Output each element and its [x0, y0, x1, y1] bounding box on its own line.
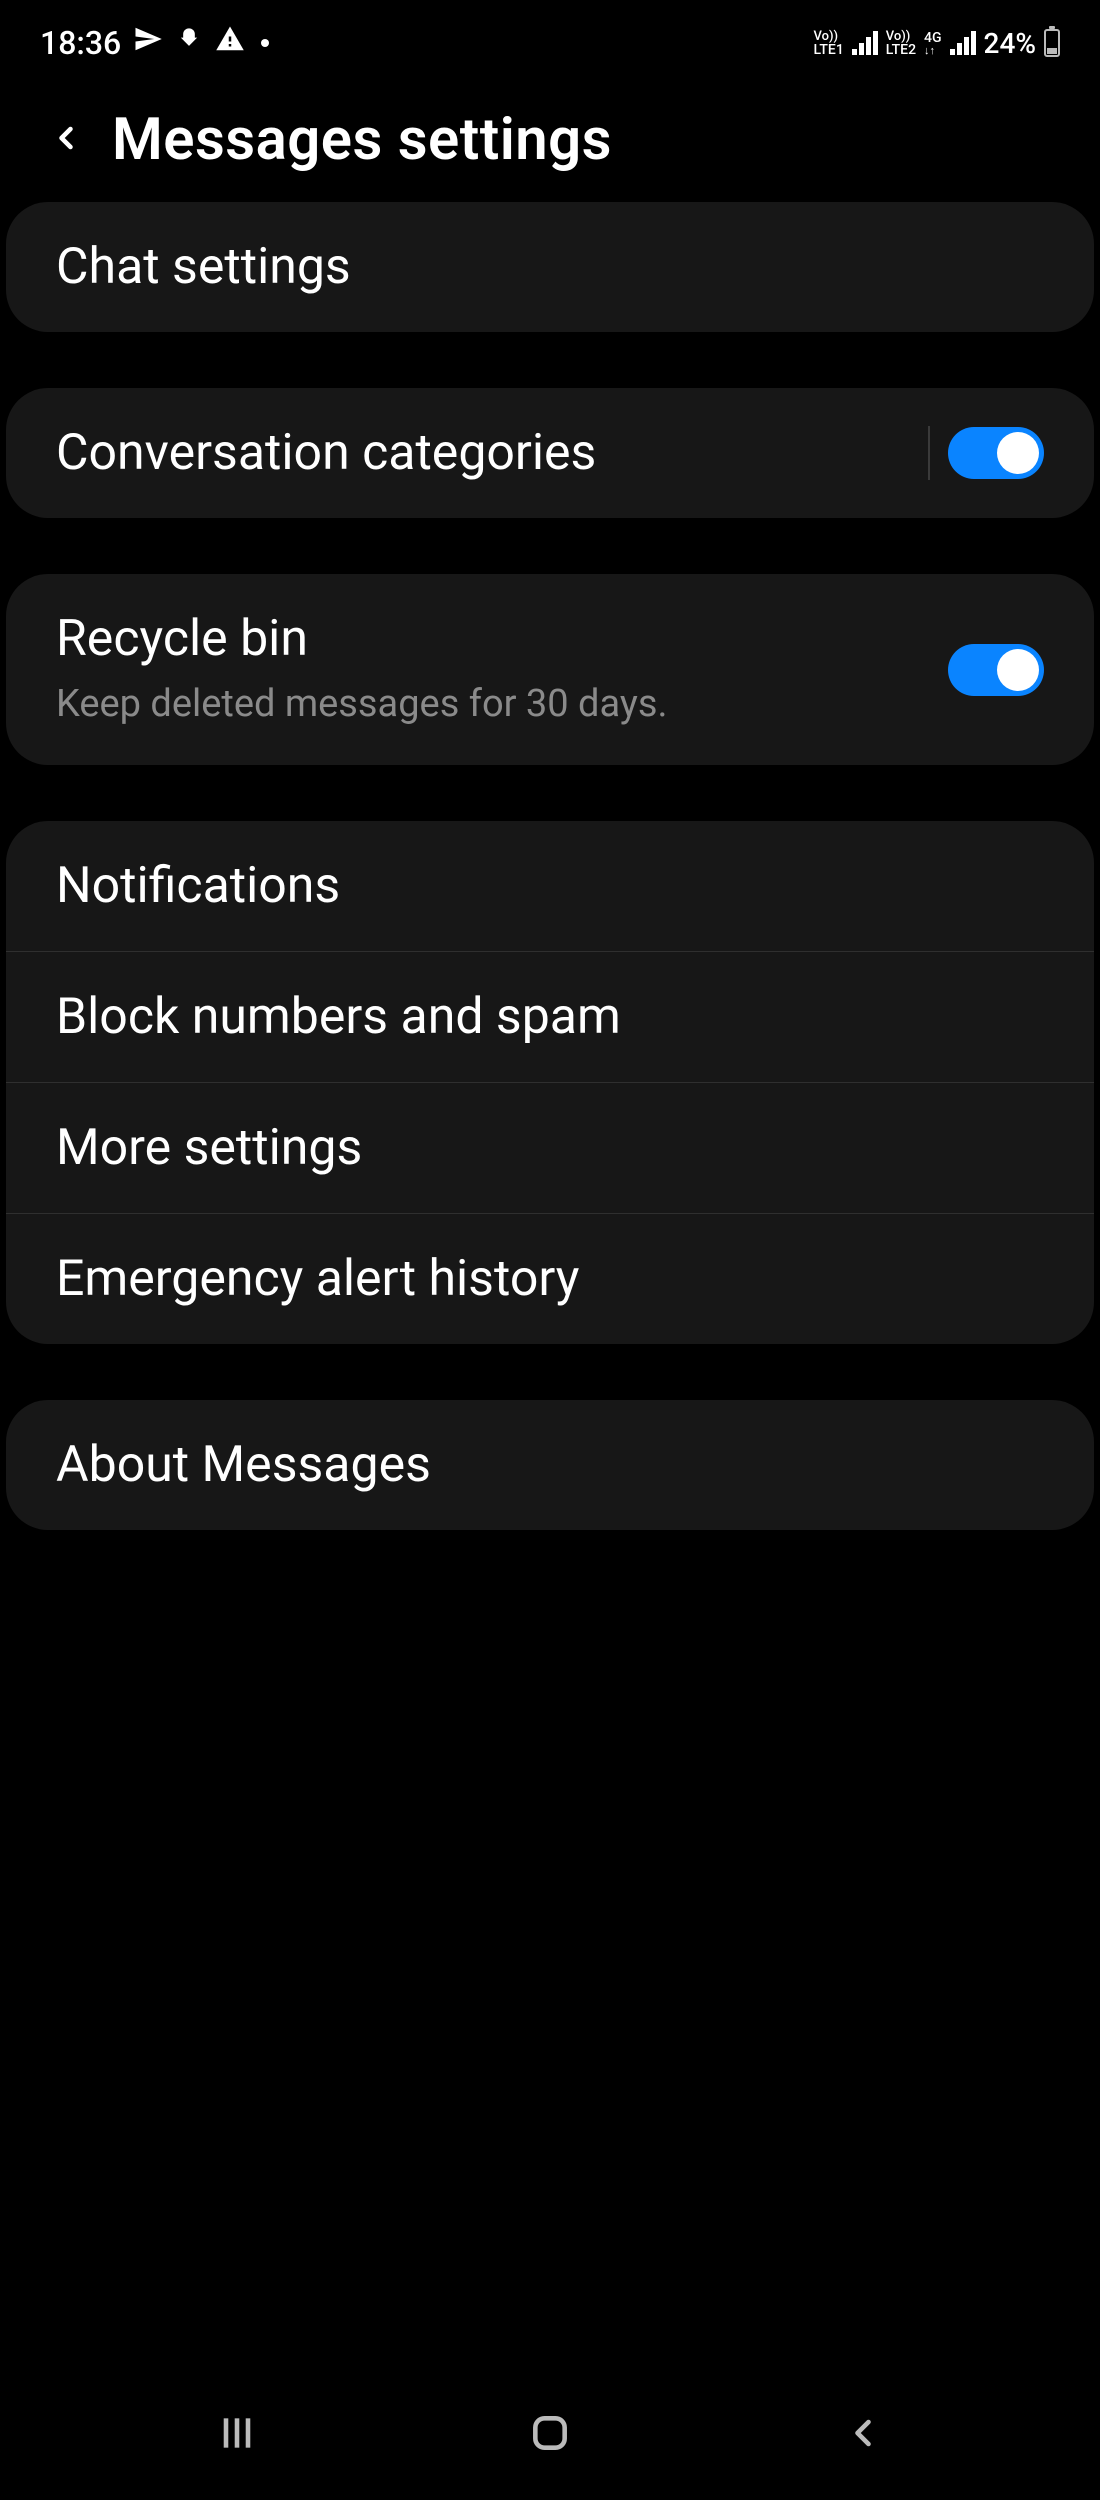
battery-percent: 24%: [984, 27, 1036, 60]
page-title: Messages settings: [112, 106, 612, 174]
row-more-settings[interactable]: More settings: [6, 1082, 1094, 1213]
row-recycle-bin[interactable]: Recycle bin Keep deleted messages for 30…: [6, 574, 1094, 765]
battery-icon: [1044, 29, 1060, 57]
conversation-categories-toggle[interactable]: [948, 427, 1044, 479]
notifications-label: Notifications: [56, 857, 1044, 915]
chat-settings-label: Chat settings: [56, 238, 1044, 296]
conversation-categories-label: Conversation categories: [56, 424, 928, 482]
card-chat-settings: Chat settings: [6, 202, 1094, 332]
recents-button[interactable]: [215, 2411, 259, 2459]
divider: [928, 426, 930, 480]
row-notifications[interactable]: Notifications: [6, 821, 1094, 951]
recycle-bin-subtitle: Keep deleted messages for 30 days.: [56, 680, 756, 729]
lte2-label: Vo)) LTE2: [886, 30, 916, 57]
row-emergency-alert[interactable]: Emergency alert history: [6, 1213, 1094, 1344]
card-group: Notifications Block numbers and spam Mor…: [6, 821, 1094, 1344]
download-icon: [175, 24, 203, 62]
back-button[interactable]: [48, 120, 84, 160]
home-button[interactable]: [528, 2411, 572, 2459]
more-settings-label: More settings: [56, 1119, 1044, 1177]
card-about: About Messages: [6, 1400, 1094, 1530]
recycle-bin-toggle[interactable]: [948, 644, 1044, 696]
recycle-bin-label: Recycle bin: [56, 610, 948, 668]
status-left: 18:36: [40, 24, 269, 62]
signal-2-icon: [950, 31, 976, 55]
block-numbers-label: Block numbers and spam: [56, 988, 1044, 1046]
status-time: 18:36: [40, 24, 121, 62]
more-indicator-icon: [261, 39, 269, 47]
about-messages-label: About Messages: [56, 1436, 1044, 1494]
row-block-numbers[interactable]: Block numbers and spam: [6, 951, 1094, 1082]
lte1-label: Vo)) LTE1: [814, 30, 844, 57]
settings-content: Chat settings Conversation categories Re…: [0, 202, 1100, 1530]
signal-1-icon: [852, 31, 878, 55]
row-conversation-categories[interactable]: Conversation categories: [6, 388, 1094, 518]
header: Messages settings: [0, 74, 1100, 202]
warning-icon: [215, 24, 245, 62]
emergency-alert-label: Emergency alert history: [56, 1250, 1044, 1308]
status-bar: 18:36 Vo)) LTE1 Vo)) LTE2 4G ↓↑ 24%: [0, 0, 1100, 74]
row-about-messages[interactable]: About Messages: [6, 1400, 1094, 1530]
card-conversation-categories: Conversation categories: [6, 388, 1094, 518]
nav-bar: [0, 2370, 1100, 2500]
card-recycle-bin: Recycle bin Keep deleted messages for 30…: [6, 574, 1094, 765]
nav-back-button[interactable]: [841, 2411, 885, 2459]
send-icon: [133, 24, 163, 62]
status-right: Vo)) LTE1 Vo)) LTE2 4G ↓↑ 24%: [814, 27, 1060, 60]
row-chat-settings[interactable]: Chat settings: [6, 202, 1094, 332]
network-label: 4G ↓↑: [924, 31, 942, 56]
